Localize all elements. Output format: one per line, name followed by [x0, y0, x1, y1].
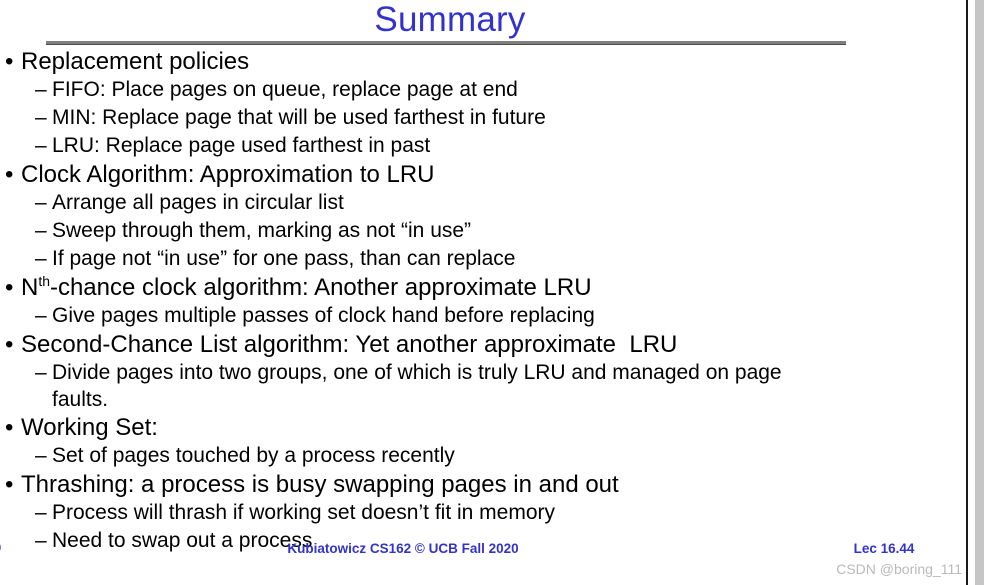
sub-bullet-item: – LRU: Replace page used farthest in past [0, 132, 960, 160]
bullet-item: • Working Set: [0, 413, 960, 442]
bullet-text: Nth-chance clock algorithm: Another appr… [21, 274, 592, 301]
bullet-text: FIFO: Place pages on queue, replace page… [52, 78, 518, 101]
bullet-text: Give pages multiple passes of clock hand… [52, 304, 595, 327]
footer-attribution: Kubiatowicz CS162 © UCB Fall 2020 [287, 541, 519, 556]
bullet-item: • Clock Algorithm: Approximation to LRU [0, 160, 960, 189]
dash-marker-icon: – [35, 106, 47, 129]
footer-lecture-number: Lec 16.44 [853, 541, 915, 556]
sub-bullet-item: – Divide pages into two groups, one of wh… [0, 359, 960, 387]
dash-marker-icon: – [35, 134, 47, 157]
dash-marker-icon: – [35, 361, 47, 384]
bullet-item: • Nth-chance clock algorithm: Another app… [0, 273, 960, 302]
sub-bullet-item: – If page not “in use” for one pass, than… [0, 245, 960, 273]
bullet-text: MIN: Replace page that will be used fart… [52, 106, 546, 129]
bullet-marker-icon: • [5, 331, 14, 358]
dash-marker-icon: – [35, 444, 47, 467]
bullet-marker-icon: • [5, 48, 14, 75]
bullet-item: • Second-Chance List algorithm: Yet anoth… [0, 330, 960, 359]
sub-bullet-item: – Set of pages touched by a process recen… [0, 442, 960, 470]
csdn-watermark: CSDN @boring_111 [836, 561, 962, 577]
slide-body: • Replacement policies – FIFO: Place pages … [0, 47, 960, 555]
bullet-marker-icon: • [5, 471, 14, 498]
sub-bullet-item: – Arrange all pages in circular list [0, 189, 960, 217]
window-scrollbar-track [975, 0, 984, 585]
dash-marker-icon: – [35, 247, 47, 270]
title-divider [46, 41, 846, 45]
bullet-text: LRU: Replace page used farthest in past [52, 134, 431, 157]
superscript-ordinal: th [38, 273, 50, 289]
sub-bullet-item: – FIFO: Place pages on queue, replace pag… [0, 76, 960, 104]
bullet-text: Divide pages into two groups, one of whi… [52, 361, 782, 384]
bullet-item: • Thrashing: a process is busy swapping p… [0, 470, 960, 499]
sub-bullet-item: – Give pages multiple passes of clock han… [0, 302, 960, 330]
dash-marker-icon: – [35, 304, 47, 327]
bullet-text: Second-Chance List algorithm: Yet anothe… [21, 331, 678, 358]
bullet-marker-icon: • [5, 274, 14, 301]
sub-bullet-item: – Process will thrash if working set does… [0, 499, 960, 527]
window-border-dark [966, 0, 968, 585]
dash-marker-icon: – [35, 219, 47, 242]
bullet-text-post: -chance clock algorithm: Another approxi… [49, 274, 592, 301]
bullet-text: Set of pages touched by a process recent… [52, 444, 455, 467]
sub-bullet-item: – Sweep through them, marking as not “in … [0, 217, 960, 245]
bullet-text: Arrange all pages in circular list [52, 191, 344, 214]
dash-marker-icon: – [35, 191, 47, 214]
bullet-text: Working Set: [21, 414, 158, 441]
bullet-text-pre: N [21, 274, 39, 301]
sub-bullet-item: – MIN: Replace page that will be used far… [0, 104, 960, 132]
sub-bullet-continuation: faults. [52, 388, 109, 411]
dash-marker-icon: – [35, 501, 47, 524]
bullet-text: Sweep through them, marking as not “in u… [52, 219, 472, 242]
bullet-text: Replacement policies [21, 48, 250, 75]
slide-canvas: Summary • Replacement policies – FIFO: Plac… [0, 0, 984, 585]
bullet-text: Clock Algorithm: Approximation to LRU [21, 161, 435, 188]
bullet-text: Process will thrash if working set doesn… [52, 501, 556, 524]
bullet-item: • Replacement policies [0, 47, 960, 76]
dash-marker-icon: – [35, 78, 47, 101]
bullet-marker-icon: • [5, 161, 14, 188]
bullet-text: Thrashing: a process is busy swapping pa… [21, 471, 619, 498]
bullet-text: If page not “in use” for one pass, than … [52, 247, 516, 270]
bullet-marker-icon: • [5, 414, 14, 441]
page-title: Summary [374, 0, 526, 39]
